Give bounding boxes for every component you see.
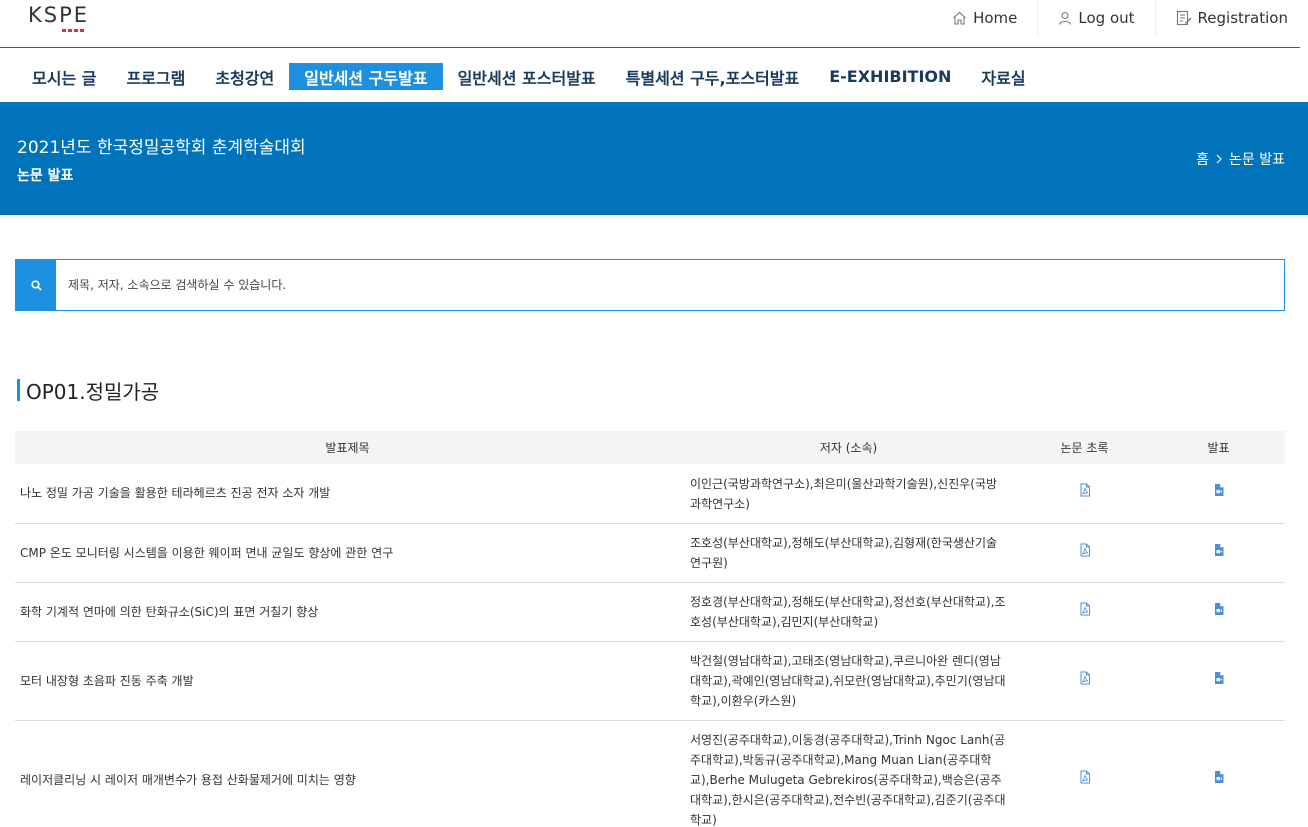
top-links: Home Log out Registration xyxy=(932,0,1308,40)
section-title-bar xyxy=(17,379,20,401)
video-file-icon[interactable] xyxy=(1212,671,1226,685)
paper-authors: 조호성(부산대학교),정해도(부산대학교),김형재(한국생산기술연구원) xyxy=(680,523,1017,583)
registration-link[interactable]: Registration xyxy=(1154,0,1308,36)
presentation-cell xyxy=(1152,464,1285,524)
nav-item-special-session[interactable]: 특별세션 구두,포스터발표 xyxy=(611,63,815,90)
main-nav: 모시는 글 프로그램 초청강연 일반세션 구두발표 일반세션 포스터발표 특별세… xyxy=(17,63,1041,90)
presentation-cell xyxy=(1152,641,1285,721)
nav-item-program[interactable]: 프로그램 xyxy=(111,63,200,90)
header-divider xyxy=(0,47,1300,48)
column-header-authors: 저자 (소속) xyxy=(680,431,1017,464)
abstract-cell xyxy=(1017,523,1152,583)
pdf-icon[interactable] xyxy=(1078,770,1092,784)
table-header-row: 발표제목 저자 (소속) 논문 초록 발표 xyxy=(15,431,1285,464)
video-file-icon[interactable] xyxy=(1212,483,1226,497)
nav-item-e-exhibition[interactable]: E-EXHIBITION xyxy=(814,63,966,90)
page-title: 논문 발표 xyxy=(17,168,74,184)
paper-title[interactable]: 화학 기계적 연마에 의한 탄화규소(SiC)의 표면 거칠기 향상 xyxy=(15,582,680,642)
table-row: 나노 정밀 가공 기술을 활용한 테라헤르츠 진공 전자 소자 개발 이인근(국… xyxy=(15,464,1285,524)
paper-title[interactable]: 레이저클리닝 시 레이저 매개변수가 용접 산화물제거에 미치는 영향 xyxy=(15,720,680,827)
abstract-cell xyxy=(1017,582,1152,642)
session-title: OP01.정밀가공 xyxy=(17,378,160,404)
top-header: KSPE Home Log out Registration xyxy=(0,0,1308,48)
search-bar xyxy=(15,259,1285,311)
pdf-icon[interactable] xyxy=(1078,543,1092,557)
column-header-title: 발표제목 xyxy=(15,431,680,464)
logout-link[interactable]: Log out xyxy=(1037,0,1154,36)
nav-item-archive[interactable]: 자료실 xyxy=(966,63,1040,90)
nav-item-oral-session[interactable]: 일반세션 구두발표 xyxy=(289,63,443,90)
video-file-icon[interactable] xyxy=(1212,602,1226,616)
pdf-icon[interactable] xyxy=(1078,602,1092,616)
breadcrumb: 홈 논문 발표 xyxy=(1196,149,1285,169)
logout-link-label: Log out xyxy=(1078,9,1135,27)
chevron-right-icon xyxy=(1216,154,1223,164)
table-row: 화학 기계적 연마에 의한 탄화규소(SiC)의 표면 거칠기 향상 정호경(부… xyxy=(15,582,1285,642)
video-file-icon[interactable] xyxy=(1212,543,1226,557)
conference-title: 2021년도 한국정밀공학회 춘계학술대회 xyxy=(17,138,306,158)
registration-link-label: Registration xyxy=(1197,9,1288,27)
presentation-cell xyxy=(1152,523,1285,583)
logo-text: KSPE xyxy=(28,3,90,27)
abstract-cell xyxy=(1017,641,1152,721)
page-banner: 2021년도 한국정밀공학회 춘계학술대회 논문 발표 홈 논문 발표 xyxy=(0,102,1308,215)
pdf-icon[interactable] xyxy=(1078,671,1092,685)
paper-authors: 이인근(국방과학연구소),최은미(울산과학기술원),신진우(국방과학연구소) xyxy=(680,464,1017,524)
paper-authors: 서영진(공주대학교),이동경(공주대학교),Trinh Ngoc Lanh(공주… xyxy=(680,720,1017,827)
paper-title[interactable]: CMP 온도 모니터링 시스템을 이용한 웨이퍼 면내 균일도 향상에 관한 연… xyxy=(15,523,680,583)
session-title-text: OP01.정밀가공 xyxy=(26,379,160,404)
table-row: 모터 내장형 초음파 진동 주축 개발 박건철(영남대학교),고태조(영남대학교… xyxy=(15,641,1285,721)
column-header-presentation: 발표 xyxy=(1152,431,1285,464)
home-link-label: Home xyxy=(973,9,1018,27)
presentation-cell xyxy=(1152,720,1285,827)
abstract-cell xyxy=(1017,464,1152,524)
abstract-cell xyxy=(1017,720,1152,827)
search-icon xyxy=(30,279,42,291)
paper-authors: 정호경(부산대학교),정해도(부산대학교),정선호(부산대학교),조호성(부산대… xyxy=(680,582,1017,642)
pdf-icon[interactable] xyxy=(1078,483,1092,497)
user-icon xyxy=(1059,11,1072,25)
presentation-cell xyxy=(1152,582,1285,642)
home-link[interactable]: Home xyxy=(932,0,1037,36)
nav-item-poster-session[interactable]: 일반세션 포스터발표 xyxy=(443,63,611,90)
paper-table: 발표제목 저자 (소속) 논문 초록 발표 나노 정밀 가공 기술을 활용한 테… xyxy=(15,431,1285,827)
search-button[interactable] xyxy=(16,260,56,310)
breadcrumb-current: 논문 발표 xyxy=(1229,152,1285,168)
home-icon xyxy=(953,11,966,25)
table-row: CMP 온도 모니터링 시스템을 이용한 웨이퍼 면내 균일도 향상에 관한 연… xyxy=(15,523,1285,583)
column-header-abstract: 논문 초록 xyxy=(1017,431,1152,464)
kspe-logo[interactable]: KSPE xyxy=(28,4,120,34)
nav-item-invited-lecture[interactable]: 초청강연 xyxy=(200,63,289,90)
table-row: 레이저클리닝 시 레이저 매개변수가 용접 산화물제거에 미치는 영향 서영진(… xyxy=(15,720,1285,827)
breadcrumb-home[interactable]: 홈 xyxy=(1196,149,1209,169)
paper-title[interactable]: 나노 정밀 가공 기술을 활용한 테라헤르츠 진공 전자 소자 개발 xyxy=(15,464,680,524)
search-input[interactable] xyxy=(56,260,1284,310)
registration-icon xyxy=(1176,10,1192,26)
paper-authors: 박건철(영남대학교),고태조(영남대학교),쿠르니아완 렌디(영남대학교),곽예… xyxy=(680,641,1017,721)
nav-item-welcome[interactable]: 모시는 글 xyxy=(17,63,111,90)
paper-title[interactable]: 모터 내장형 초음파 진동 주축 개발 xyxy=(15,641,680,721)
logo-dots xyxy=(62,29,86,32)
video-file-icon[interactable] xyxy=(1212,770,1226,784)
